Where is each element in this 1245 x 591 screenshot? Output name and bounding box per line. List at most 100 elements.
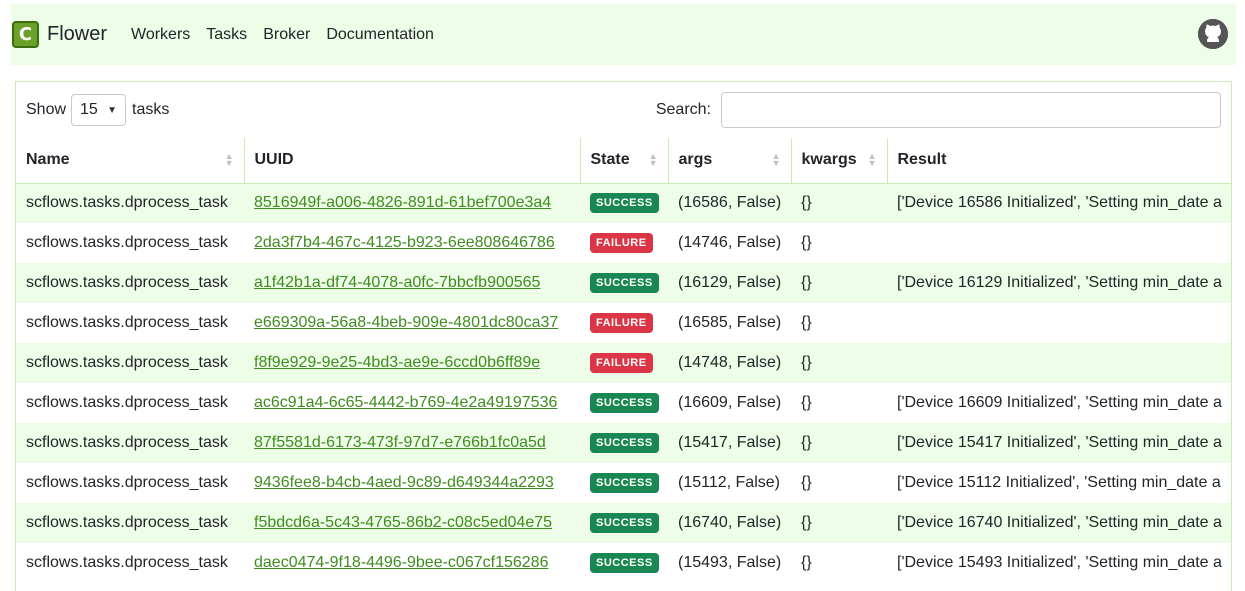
table-row: scflows.tasks.dprocess_task 8516949f-a006…: [16, 183, 1231, 223]
task-kwargs-cell: {}: [801, 394, 812, 411]
tasks-table: Name ▲ ▼ UUID State ▲ ▼ args ▲ ▼ kwargs ▲ ▼ Resu…: [16, 138, 1231, 583]
search-input[interactable]: [721, 92, 1221, 128]
tasks-panel: Show 15 ▼ tasks Search: Name ▲ ▼ UUID Stat…: [15, 81, 1232, 591]
column-header-kwargs[interactable]: kwargs ▲ ▼: [791, 138, 888, 184]
task-kwargs-cell: {}: [791, 263, 887, 303]
task-result-cell: ['Device 16609 Initialized', 'Setting mi…: [897, 394, 1222, 411]
page-size-value: 15: [80, 101, 98, 118]
task-state-cell: FAILURE: [580, 343, 668, 383]
task-name-cell: scflows.tasks.dprocess_task: [26, 554, 228, 571]
task-uuid-cell: daec0474-9f18-4496-9bee-c067cf156286: [244, 543, 580, 583]
column-header-uuid[interactable]: UUID: [244, 138, 581, 184]
status-badge: SUCCESS: [590, 433, 659, 453]
task-args-cell: (14746, False): [678, 234, 782, 251]
task-result-cell: [887, 223, 1231, 263]
chevron-down-icon: ▼: [107, 104, 118, 116]
task-kwargs-cell: {}: [791, 423, 887, 463]
sort-icon: ▲ ▼: [771, 151, 781, 168]
task-uuid-link[interactable]: 87f5581d-6173-473f-97d7-e766b1fc0a5d: [254, 434, 546, 451]
status-badge: SUCCESS: [590, 273, 659, 293]
task-state-cell: SUCCESS: [580, 543, 668, 583]
task-uuid-cell: e669309a-56a8-4beb-909e-4801dc80ca37: [244, 303, 580, 343]
task-kwargs-cell: {}: [801, 314, 812, 331]
table-row: scflows.tasks.dprocess_task f5bdcd6a-5c43…: [16, 503, 1231, 543]
nav-links: Workers Tasks Broker Documentation: [131, 26, 450, 44]
task-result-cell: [887, 303, 1231, 343]
task-args-cell: (16740, False): [668, 503, 791, 543]
column-header-result[interactable]: Result: [887, 138, 1231, 184]
task-uuid-link[interactable]: a1f42b1a-df74-4078-a0fc-7bbcfb900565: [254, 274, 540, 291]
task-uuid-link[interactable]: 2da3f7b4-467c-4125-b923-6ee808646786: [254, 234, 555, 251]
task-uuid-link[interactable]: f8f9e929-9e25-4bd3-ae9e-6ccd0b6ff89e: [254, 354, 540, 371]
task-state-cell: SUCCESS: [580, 423, 668, 463]
page-size-control: Show 15 ▼ tasks: [26, 94, 169, 126]
page-size-select[interactable]: 15 ▼: [71, 94, 127, 126]
task-uuid-cell: a1f42b1a-df74-4078-a0fc-7bbcfb900565: [244, 263, 580, 303]
task-state-cell: SUCCESS: [580, 463, 668, 503]
nav-link-broker[interactable]: Broker: [263, 26, 310, 44]
task-result-cell: [887, 343, 1231, 383]
table-row: scflows.tasks.dprocess_task a1f42b1a-df74…: [16, 263, 1231, 303]
table-row: scflows.tasks.dprocess_task daec0474-9f18…: [16, 543, 1231, 583]
task-state-cell: SUCCESS: [580, 383, 668, 423]
task-kwargs-cell: {}: [801, 234, 812, 251]
status-badge: SUCCESS: [590, 473, 659, 493]
task-uuid-link[interactable]: e669309a-56a8-4beb-909e-4801dc80ca37: [254, 314, 558, 331]
task-kwargs-cell: {}: [791, 183, 887, 223]
status-badge: SUCCESS: [590, 393, 659, 413]
task-name-cell: scflows.tasks.dprocess_task: [16, 423, 244, 463]
table-row: scflows.tasks.dprocess_task f8f9e929-9e25…: [16, 343, 1231, 383]
nav-link-documentation[interactable]: Documentation: [326, 26, 434, 44]
task-kwargs-cell: {}: [791, 503, 887, 543]
task-uuid-link[interactable]: f5bdcd6a-5c43-4765-86b2-c08c5ed04e75: [254, 514, 552, 531]
task-result-cell: ['Device 15112 Initialized', 'Setting mi…: [897, 474, 1221, 491]
task-name-cell: scflows.tasks.dprocess_task: [26, 474, 228, 491]
task-uuid-link[interactable]: 9436fee8-b4cb-4aed-9c89-d649344a2293: [254, 474, 554, 491]
status-badge: SUCCESS: [590, 553, 659, 573]
task-uuid-cell: 2da3f7b4-467c-4125-b923-6ee808646786: [244, 223, 580, 263]
task-uuid-link[interactable]: daec0474-9f18-4496-9bee-c067cf156286: [254, 554, 548, 571]
task-uuid-cell: 87f5581d-6173-473f-97d7-e766b1fc0a5d: [244, 423, 580, 463]
nav-link-tasks[interactable]: Tasks: [206, 26, 247, 44]
status-badge: FAILURE: [590, 313, 653, 333]
brand-name: Flower: [47, 23, 108, 45]
task-result-cell: ['Device 16586 Initialized', 'Setting mi…: [887, 183, 1231, 223]
task-kwargs-cell: {}: [801, 554, 812, 571]
search-control: Search:: [656, 92, 1221, 128]
task-args-cell: (16609, False): [678, 394, 782, 411]
column-header-name[interactable]: Name ▲ ▼: [16, 138, 245, 184]
sort-icon: ▲ ▼: [224, 151, 234, 168]
column-header-args[interactable]: args ▲ ▼: [668, 138, 792, 184]
table-row: scflows.tasks.dprocess_task ac6c91a4-6c65…: [16, 383, 1231, 423]
task-state-cell: SUCCESS: [580, 183, 668, 223]
task-args-cell: (16585, False): [678, 314, 782, 331]
navbar: C Flower Workers Tasks Broker Documentat…: [11, 4, 1236, 65]
task-uuid-link[interactable]: ac6c91a4-6c65-4442-b769-4e2a49197536: [254, 394, 557, 411]
status-badge: FAILURE: [590, 233, 653, 253]
task-name-cell: scflows.tasks.dprocess_task: [16, 503, 244, 543]
task-uuid-cell: f8f9e929-9e25-4bd3-ae9e-6ccd0b6ff89e: [244, 343, 580, 383]
task-result-cell: ['Device 15493 Initialized', 'Setting mi…: [897, 554, 1222, 571]
show-label: Show: [26, 101, 67, 118]
column-header-state[interactable]: State ▲ ▼: [580, 138, 669, 184]
github-icon[interactable]: [1198, 19, 1228, 49]
nav-link-workers[interactable]: Workers: [131, 26, 190, 44]
task-result-cell: ['Device 16129 Initialized', 'Setting mi…: [887, 263, 1231, 303]
task-state-cell: FAILURE: [580, 303, 668, 343]
celery-logo-icon: C: [12, 21, 39, 48]
task-name-cell: scflows.tasks.dprocess_task: [26, 234, 228, 251]
status-badge: SUCCESS: [590, 513, 659, 533]
table-row: scflows.tasks.dprocess_task 9436fee8-b4cb…: [16, 463, 1231, 503]
task-name-cell: scflows.tasks.dprocess_task: [16, 183, 244, 223]
task-kwargs-cell: {}: [791, 343, 887, 383]
task-name-cell: scflows.tasks.dprocess_task: [16, 343, 244, 383]
task-args-cell: (16586, False): [668, 183, 791, 223]
task-uuid-link[interactable]: 8516949f-a006-4826-891d-61bef700e3a4: [254, 194, 551, 211]
task-uuid-cell: 8516949f-a006-4826-891d-61bef700e3a4: [244, 183, 580, 223]
sort-icon: ▲ ▼: [867, 151, 877, 168]
task-name-cell: scflows.tasks.dprocess_task: [26, 314, 228, 331]
task-result-cell: ['Device 15417 Initialized', 'Setting mi…: [887, 423, 1231, 463]
header-row: Name ▲ ▼ UUID State ▲ ▼ args ▲ ▼ kwargs ▲ ▼ Resu…: [16, 138, 1231, 184]
task-name-cell: scflows.tasks.dprocess_task: [26, 394, 228, 411]
brand[interactable]: C Flower: [12, 21, 107, 48]
